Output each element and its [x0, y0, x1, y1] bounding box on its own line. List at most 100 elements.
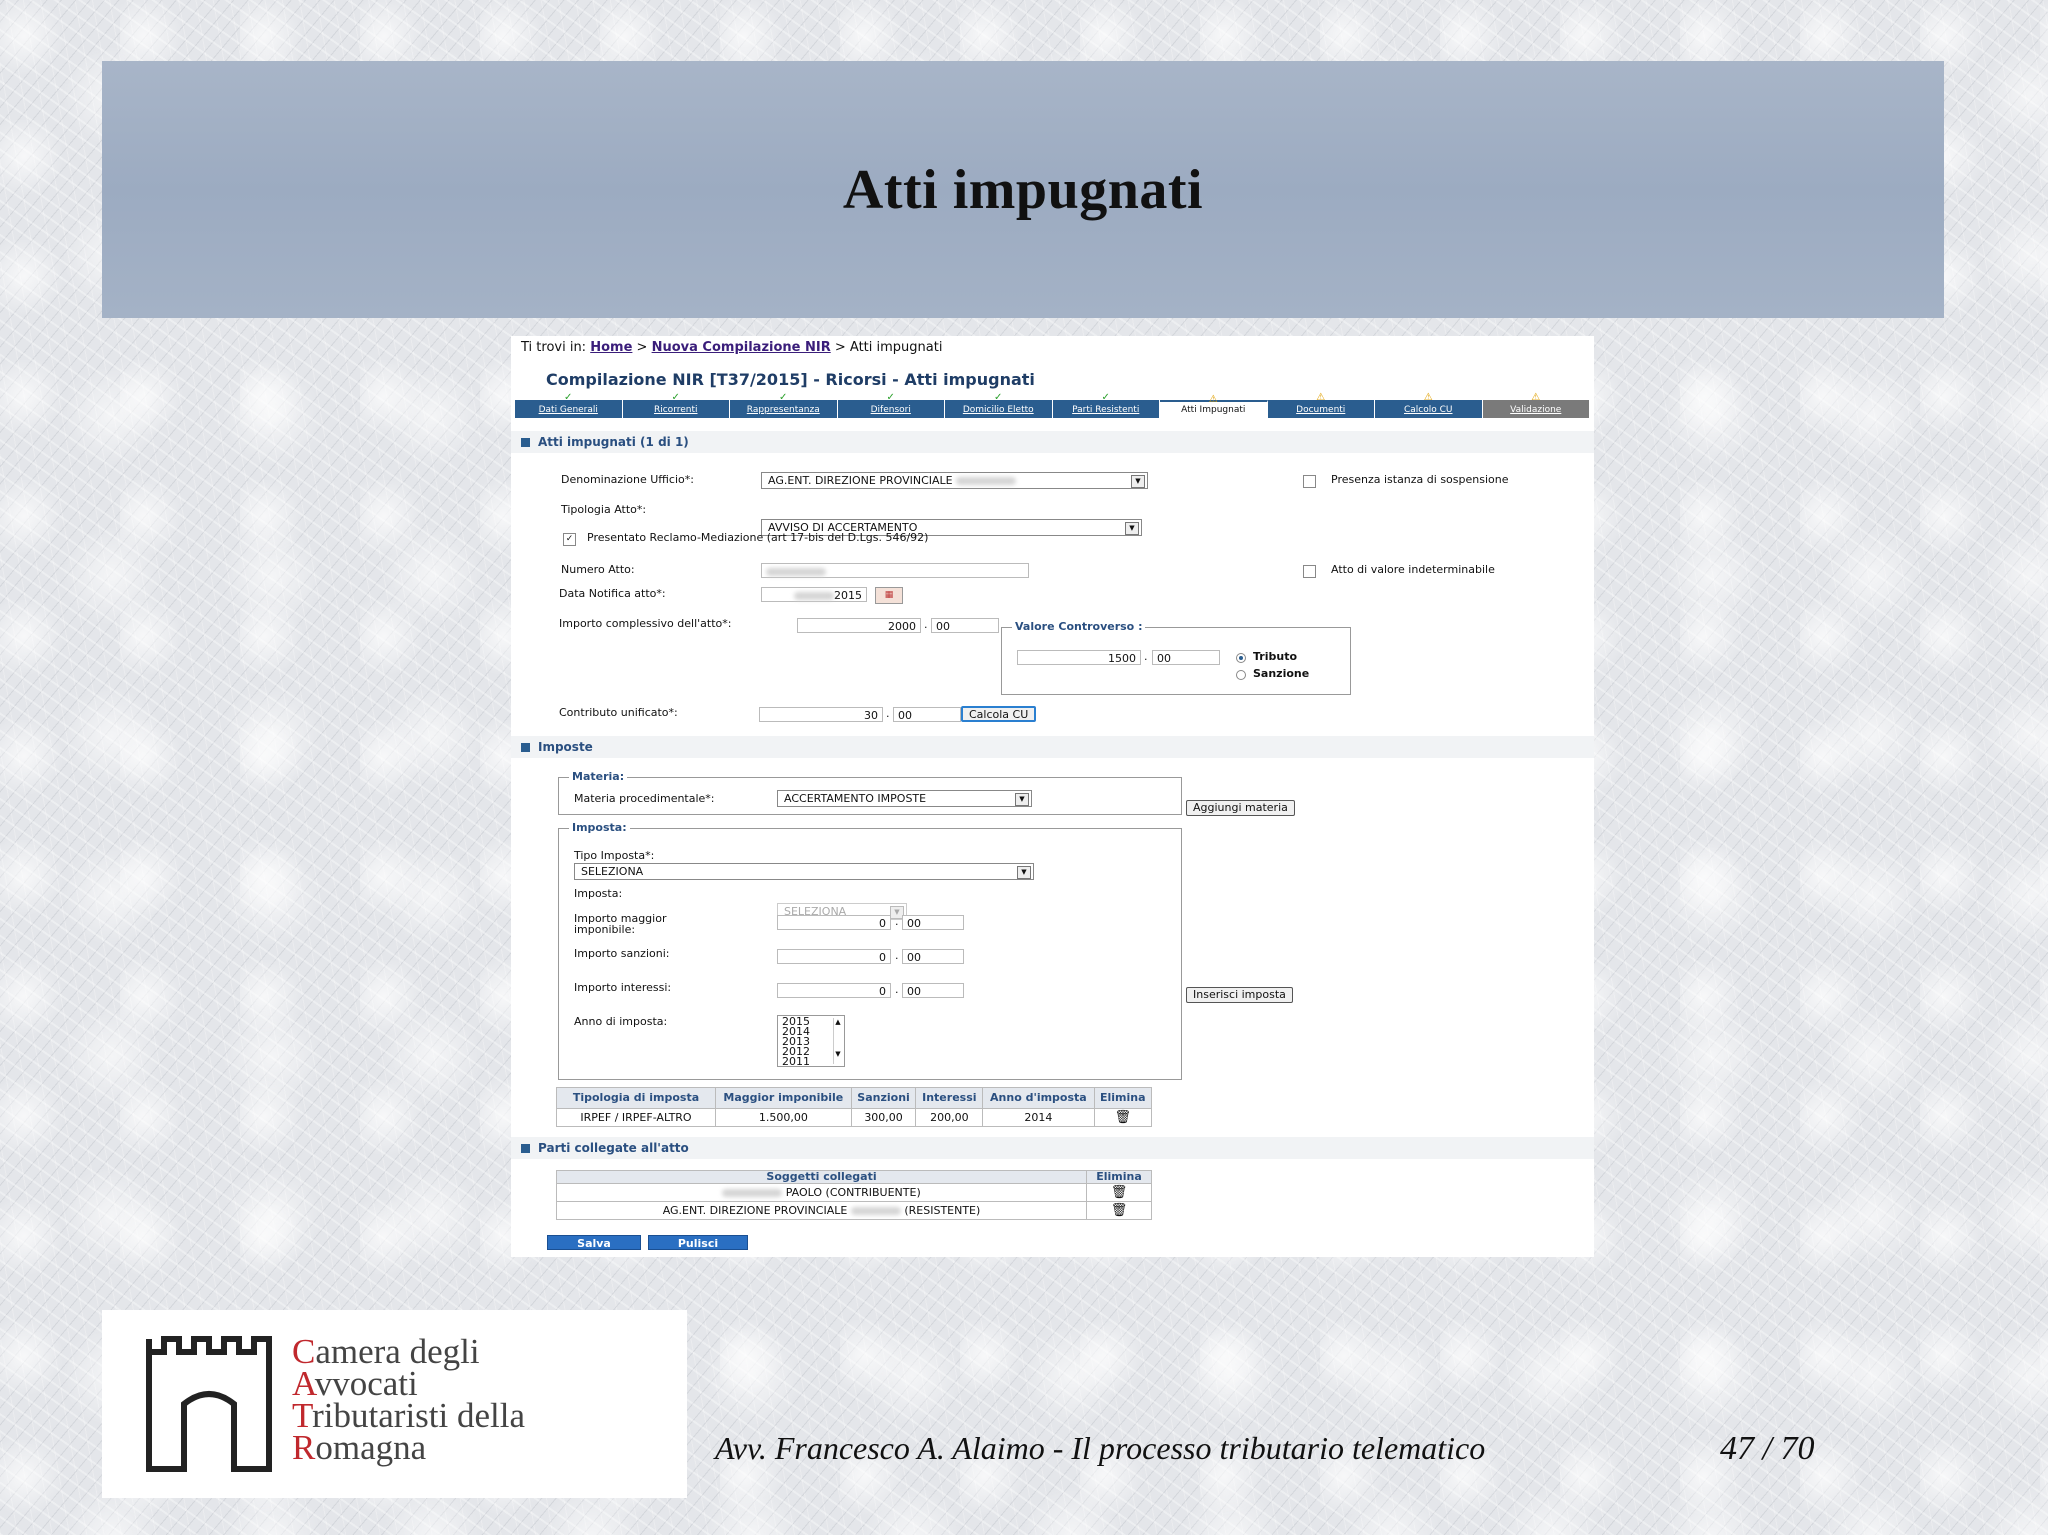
tab-label: Parti Resistenti — [1072, 405, 1140, 415]
warning-icon: ⚠ — [1316, 392, 1326, 403]
reclamo-checkbox[interactable]: ✓ — [563, 533, 576, 546]
redacted-text — [850, 1207, 901, 1215]
controverso-int-input[interactable]: 1500 — [1017, 650, 1141, 665]
importo-int-input[interactable]: 2000 — [797, 618, 921, 633]
calendar-icon[interactable]: ▦ — [875, 587, 903, 604]
tab-calcolo-cu[interactable]: ⚠ Calcolo CU — [1375, 393, 1483, 418]
tributo-radio[interactable] — [1236, 653, 1246, 663]
data-notifica-input[interactable]: 2015 — [761, 587, 867, 602]
tipo-imposta-select[interactable]: SELEZIONA ▼ — [574, 863, 1034, 880]
tab-rappresentanza[interactable]: ✓ Rappresentanza — [730, 393, 838, 418]
ufficio-select[interactable]: AG.ENT. DIREZIONE PROVINCIALE ▼ — [761, 472, 1148, 489]
column-header: Soggetti collegati — [556, 1170, 1087, 1184]
redacted-text — [956, 477, 1017, 485]
salva-button[interactable]: Salva — [547, 1235, 641, 1250]
imposta-legend: Imposta: — [569, 821, 630, 834]
redacted-text — [794, 592, 834, 600]
warning-icon: ⚠ — [1208, 394, 1218, 405]
tab-label: Calcolo CU — [1404, 405, 1453, 415]
tab-documenti[interactable]: ⚠ Documenti — [1267, 393, 1375, 418]
page-title: Compilazione NIR [T37/2015] - Ricorsi - … — [546, 370, 1035, 389]
tab-label: Validazione — [1510, 405, 1562, 415]
soggetto-name: PAOLO (CONTRIBUENTE) — [785, 1186, 921, 1199]
slide-title: Atti impugnati — [842, 158, 1204, 221]
tab-label: Dati Generali — [538, 405, 598, 415]
column-header: Elimina — [1086, 1170, 1152, 1184]
chevron-down-icon: ▼ — [1015, 793, 1029, 806]
interessi-int-input[interactable]: 0 — [777, 983, 891, 998]
materia-select[interactable]: ACCERTAMENTO IMPOSTE ▼ — [777, 790, 1032, 807]
sospensione-checkbox[interactable] — [1303, 475, 1316, 488]
ufficio-value: AG.ENT. DIREZIONE PROVINCIALE — [768, 474, 953, 487]
breadcrumb-step-link[interactable]: Nuova Compilazione NIR — [652, 340, 831, 355]
tab-label: Documenti — [1296, 405, 1346, 415]
decimal-separator: . — [924, 618, 928, 631]
sanzioni-label: Importo sanzioni: — [574, 947, 670, 960]
tab-dati-generali[interactable]: ✓ Dati Generali — [515, 393, 623, 418]
trash-icon[interactable]: 🗑 — [1111, 1203, 1128, 1218]
footer-text: Avv. Francesco A. Alaimo - Il processo t… — [715, 1430, 1486, 1466]
table-header-row: Tipologia di imposta Maggior imponibile … — [556, 1087, 1153, 1109]
tab-atti-impugnati[interactable]: ⚠ Atti Impugnati — [1160, 395, 1268, 418]
maggior-dec-input[interactable]: 00 — [902, 915, 964, 930]
soggetto-role: (RESISTENTE) — [904, 1204, 981, 1217]
table-header-row: Soggetti collegati Elimina — [556, 1170, 1152, 1184]
materia-value: ACCERTAMENTO IMPOSTE — [784, 792, 927, 805]
tab-label: Difensori — [870, 405, 911, 415]
trash-icon[interactable]: 🗑 — [1115, 1110, 1132, 1125]
table-cell: 300,00 — [850, 1108, 917, 1127]
chevron-down-icon: ▼ — [1017, 866, 1031, 879]
contributo-int-input[interactable]: 30 — [759, 707, 883, 722]
screenshot-panel: Ti trovi in: Home > Nuova Compilazione N… — [511, 336, 1594, 1257]
reclamo-label: Presentato Reclamo-Mediazione (art 17-bi… — [587, 531, 929, 544]
calcola-cu-button[interactable]: Calcola CU — [961, 706, 1037, 722]
breadcrumb-home-link[interactable]: Home — [590, 340, 632, 355]
data-notifica-value: 2015 — [834, 589, 862, 602]
pulisci-button[interactable]: Pulisci — [648, 1235, 748, 1250]
indeterminabile-checkbox[interactable] — [1303, 565, 1316, 578]
table-row: IRPEF / IRPEF-ALTRO 1.500,00 300,00 200,… — [556, 1108, 1153, 1127]
aggiungi-materia-button[interactable]: Aggiungi materia — [1186, 800, 1295, 816]
sanzioni-int-input[interactable]: 0 — [777, 949, 891, 964]
numero-atto-input[interactable] — [761, 563, 1029, 578]
tab-domicilio-eletto[interactable]: ✓ Domicilio Eletto — [945, 393, 1053, 418]
valore-controverso-legend: Valore Controverso : — [1012, 620, 1146, 633]
anno-imposta-listbox[interactable]: 2015 2014 2013 2012 2011 ▲ ▼ — [777, 1015, 845, 1067]
column-header: Interessi — [915, 1087, 984, 1109]
tipologia-label: Tipologia Atto*: — [561, 503, 647, 516]
tab-difensori[interactable]: ✓ Difensori — [838, 393, 945, 418]
imposta-label: Imposta: — [574, 887, 623, 900]
maggior-imponibile-label: Importo maggior imponibile: — [574, 912, 667, 936]
importo-label: Importo complessivo dell'atto*: — [559, 617, 732, 630]
interessi-dec-input[interactable]: 00 — [902, 983, 964, 998]
column-header: Maggior imponibile — [715, 1087, 852, 1109]
sanzione-radio[interactable] — [1236, 670, 1246, 680]
section-square-icon — [521, 438, 530, 447]
maggior-int-input[interactable]: 0 — [777, 915, 891, 930]
data-notifica-label: Data Notifica atto*: — [559, 587, 666, 600]
trash-icon[interactable]: 🗑 — [1111, 1185, 1128, 1200]
section-title: Atti impugnati (1 di 1) — [538, 435, 689, 449]
warning-icon: ⚠ — [1531, 392, 1541, 403]
title-banner: Atti impugnati — [102, 61, 1944, 318]
logo-text: Camera degli Avvocati Tributaristi della… — [292, 1334, 525, 1465]
tab-ricorrenti[interactable]: ✓ Ricorrenti — [623, 393, 730, 418]
check-icon: ✓ — [994, 392, 1003, 403]
soggetto-name: AG.ENT. DIREZIONE PROVINCIALE — [662, 1204, 848, 1217]
table-cell: IRPEF / IRPEF-ALTRO — [556, 1108, 716, 1127]
scrollbar[interactable]: ▲ ▼ — [833, 1018, 842, 1064]
section-square-icon — [521, 1144, 530, 1153]
parti-table: Soggetti collegati Elimina PAOLO (CONTRI… — [556, 1170, 1152, 1220]
importo-dec-input[interactable]: 00 — [931, 618, 999, 633]
contributo-dec-input[interactable]: 00 — [893, 707, 961, 722]
tab-parti-resistenti[interactable]: ✓ Parti Resistenti — [1053, 393, 1160, 418]
materia-fieldset: Materia: Materia procedimentale*: ACCERT… — [558, 770, 1182, 815]
tab-validazione[interactable]: ⚠ Validazione — [1482, 393, 1590, 418]
sanzioni-dec-input[interactable]: 00 — [902, 949, 964, 964]
check-icon: ✓ — [671, 392, 680, 403]
redacted-text — [722, 1189, 783, 1197]
tab-label: Domicilio Eletto — [962, 405, 1034, 415]
list-item[interactable]: 2011 — [782, 1056, 840, 1067]
inserisci-imposta-button[interactable]: Inserisci imposta — [1186, 987, 1293, 1003]
controverso-dec-input[interactable]: 00 — [1152, 650, 1220, 665]
